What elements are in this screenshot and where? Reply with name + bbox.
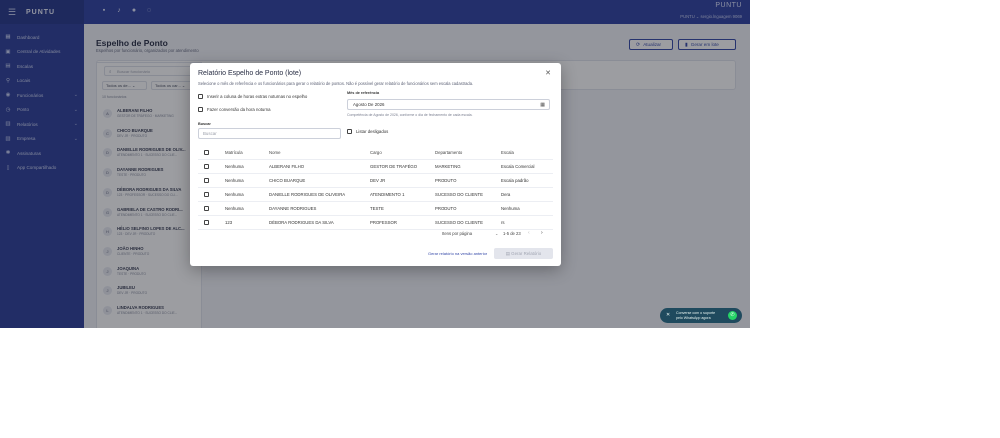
table-cell: PRODUTO — [435, 201, 501, 216]
page-range: 1-5 de 23 — [503, 231, 521, 236]
table-cell: MARKETING — [435, 159, 501, 174]
app-window: ☰ PUNTU ▦ Dashboard ▣ Central de Atividades… — [0, 0, 750, 328]
row-select-cell — [198, 187, 225, 202]
column-header: Nome — [269, 146, 370, 160]
employees-table: Matrícula Nome Cargo Departamento Escala… — [198, 146, 553, 230]
generate-report-button[interactable]: ▤ Gerar Relatório — [494, 248, 553, 259]
whatsapp-text-line2: pelo WhatsApp agora — [676, 316, 711, 320]
list-disabled-option[interactable]: Listar desligados — [347, 129, 388, 134]
table-cell: DANIELLE RODRIGUES DE OLIVEIRA — [269, 187, 370, 202]
night-overtime-option[interactable]: Inserir a coluna de horas extras noturna… — [198, 94, 307, 99]
table-cell: DAYANNE RODRIGUES — [269, 201, 370, 216]
chevron-right-icon[interactable]: › — [541, 230, 543, 236]
row-checkbox[interactable] — [204, 219, 209, 225]
table-cell: ALBERANI FILHO — [269, 159, 370, 174]
row-checkbox[interactable] — [204, 205, 209, 211]
table-cell: Nenhuma — [501, 201, 553, 216]
column-header: Matrícula — [225, 146, 269, 160]
row-checkbox[interactable] — [204, 163, 209, 169]
month-label: Mês de referência — [347, 91, 380, 95]
month-hint: Competência de Agosto de 2026, conforme … — [347, 113, 473, 117]
table-cell: TESTE — [370, 201, 435, 216]
pagination: Itens por página ⌄ 1-5 de 23 ‹ › — [198, 227, 553, 241]
table-cell: Nenhuma — [225, 201, 269, 216]
table-cell: Nenhuma — [225, 173, 269, 188]
row-checkbox[interactable] — [204, 177, 209, 183]
whatsapp-text-line1: Converse com o suporte — [676, 311, 716, 315]
list-disabled-checkbox[interactable] — [347, 129, 352, 134]
table-cell: CHICO BUARQUE — [269, 173, 370, 188]
chevron-left-icon[interactable]: ‹ — [528, 230, 530, 236]
month-select[interactable]: Agosto De 2026 ▦ — [347, 99, 550, 110]
table-cell: Dera — [501, 187, 553, 202]
modal-description: Selecione o mês de referência e os funci… — [198, 81, 474, 86]
night-overtime-checkbox[interactable] — [198, 94, 203, 99]
modal-search-input[interactable]: Buscar — [198, 128, 341, 139]
table-row[interactable]: Nenhuma DAYANNE RODRIGUES TESTE PRODUTO Nenh… — [198, 201, 553, 216]
table-cell: PRODUTO — [435, 173, 501, 188]
table-cell: GESTOR DE TRAFÉGO — [370, 159, 435, 174]
table-row[interactable]: Nenhuma CHICO BUARQUE DEV JR PRODUTO Escala … — [198, 173, 553, 188]
row-select-cell — [198, 159, 225, 174]
select-all-checkbox[interactable] — [204, 149, 209, 155]
table-header-row: Matrícula Nome Cargo Departamento Escala — [198, 146, 553, 160]
table-row[interactable]: Nenhuma ALBERANI FILHO GESTOR DE TRAFÉGO MA… — [198, 159, 553, 174]
column-header: Escala — [501, 146, 553, 160]
select-all-cell — [198, 146, 225, 160]
whatsapp-support-button[interactable]: ✕ Converse com o suporte pelo WhatsApp a… — [660, 308, 742, 323]
table-cell: Escala Comercial — [501, 159, 553, 174]
row-select-cell — [198, 173, 225, 188]
batch-report-modal: Relatório Espelho de Ponto (lote) ✕ Sele… — [190, 63, 561, 266]
table-cell: Nenhuma — [225, 159, 269, 174]
table-cell: SUCESSO DO CLIENTE — [435, 187, 501, 202]
modal-title: Relatório Espelho de Ponto (lote) — [198, 70, 302, 77]
items-per-page-label: Itens por página — [442, 231, 473, 236]
table-row[interactable]: Nenhuma DANIELLE RODRIGUES DE OLIVEIRA ATE… — [198, 187, 553, 202]
items-per-page-select[interactable]: ⌄ — [495, 231, 498, 236]
row-select-cell — [198, 201, 225, 216]
table-cell: Nenhuma — [225, 187, 269, 202]
column-header: Departamento — [435, 146, 501, 160]
column-header: Cargo — [370, 146, 435, 160]
old-version-link[interactable]: Gerar relatório na versão anterior — [428, 251, 487, 256]
whatsapp-icon: ✆ — [728, 311, 737, 320]
table-cell: Escala padrão — [501, 173, 553, 188]
table-body: Nenhuma ALBERANI FILHO GESTOR DE TRAFÉGO MA… — [198, 159, 553, 230]
search-label: Buscar — [198, 122, 211, 126]
close-icon[interactable]: ✕ — [545, 69, 551, 77]
night-conversion-checkbox[interactable] — [198, 107, 203, 112]
table-cell: DEV JR — [370, 173, 435, 188]
night-conversion-option[interactable]: Fazer conversão da hora noturna — [198, 107, 271, 112]
close-icon[interactable]: ✕ — [666, 312, 670, 318]
calendar-icon[interactable]: ▦ — [540, 100, 545, 110]
table-cell: ATENDIMENTO 1 — [370, 187, 435, 202]
row-checkbox[interactable] — [204, 191, 209, 197]
